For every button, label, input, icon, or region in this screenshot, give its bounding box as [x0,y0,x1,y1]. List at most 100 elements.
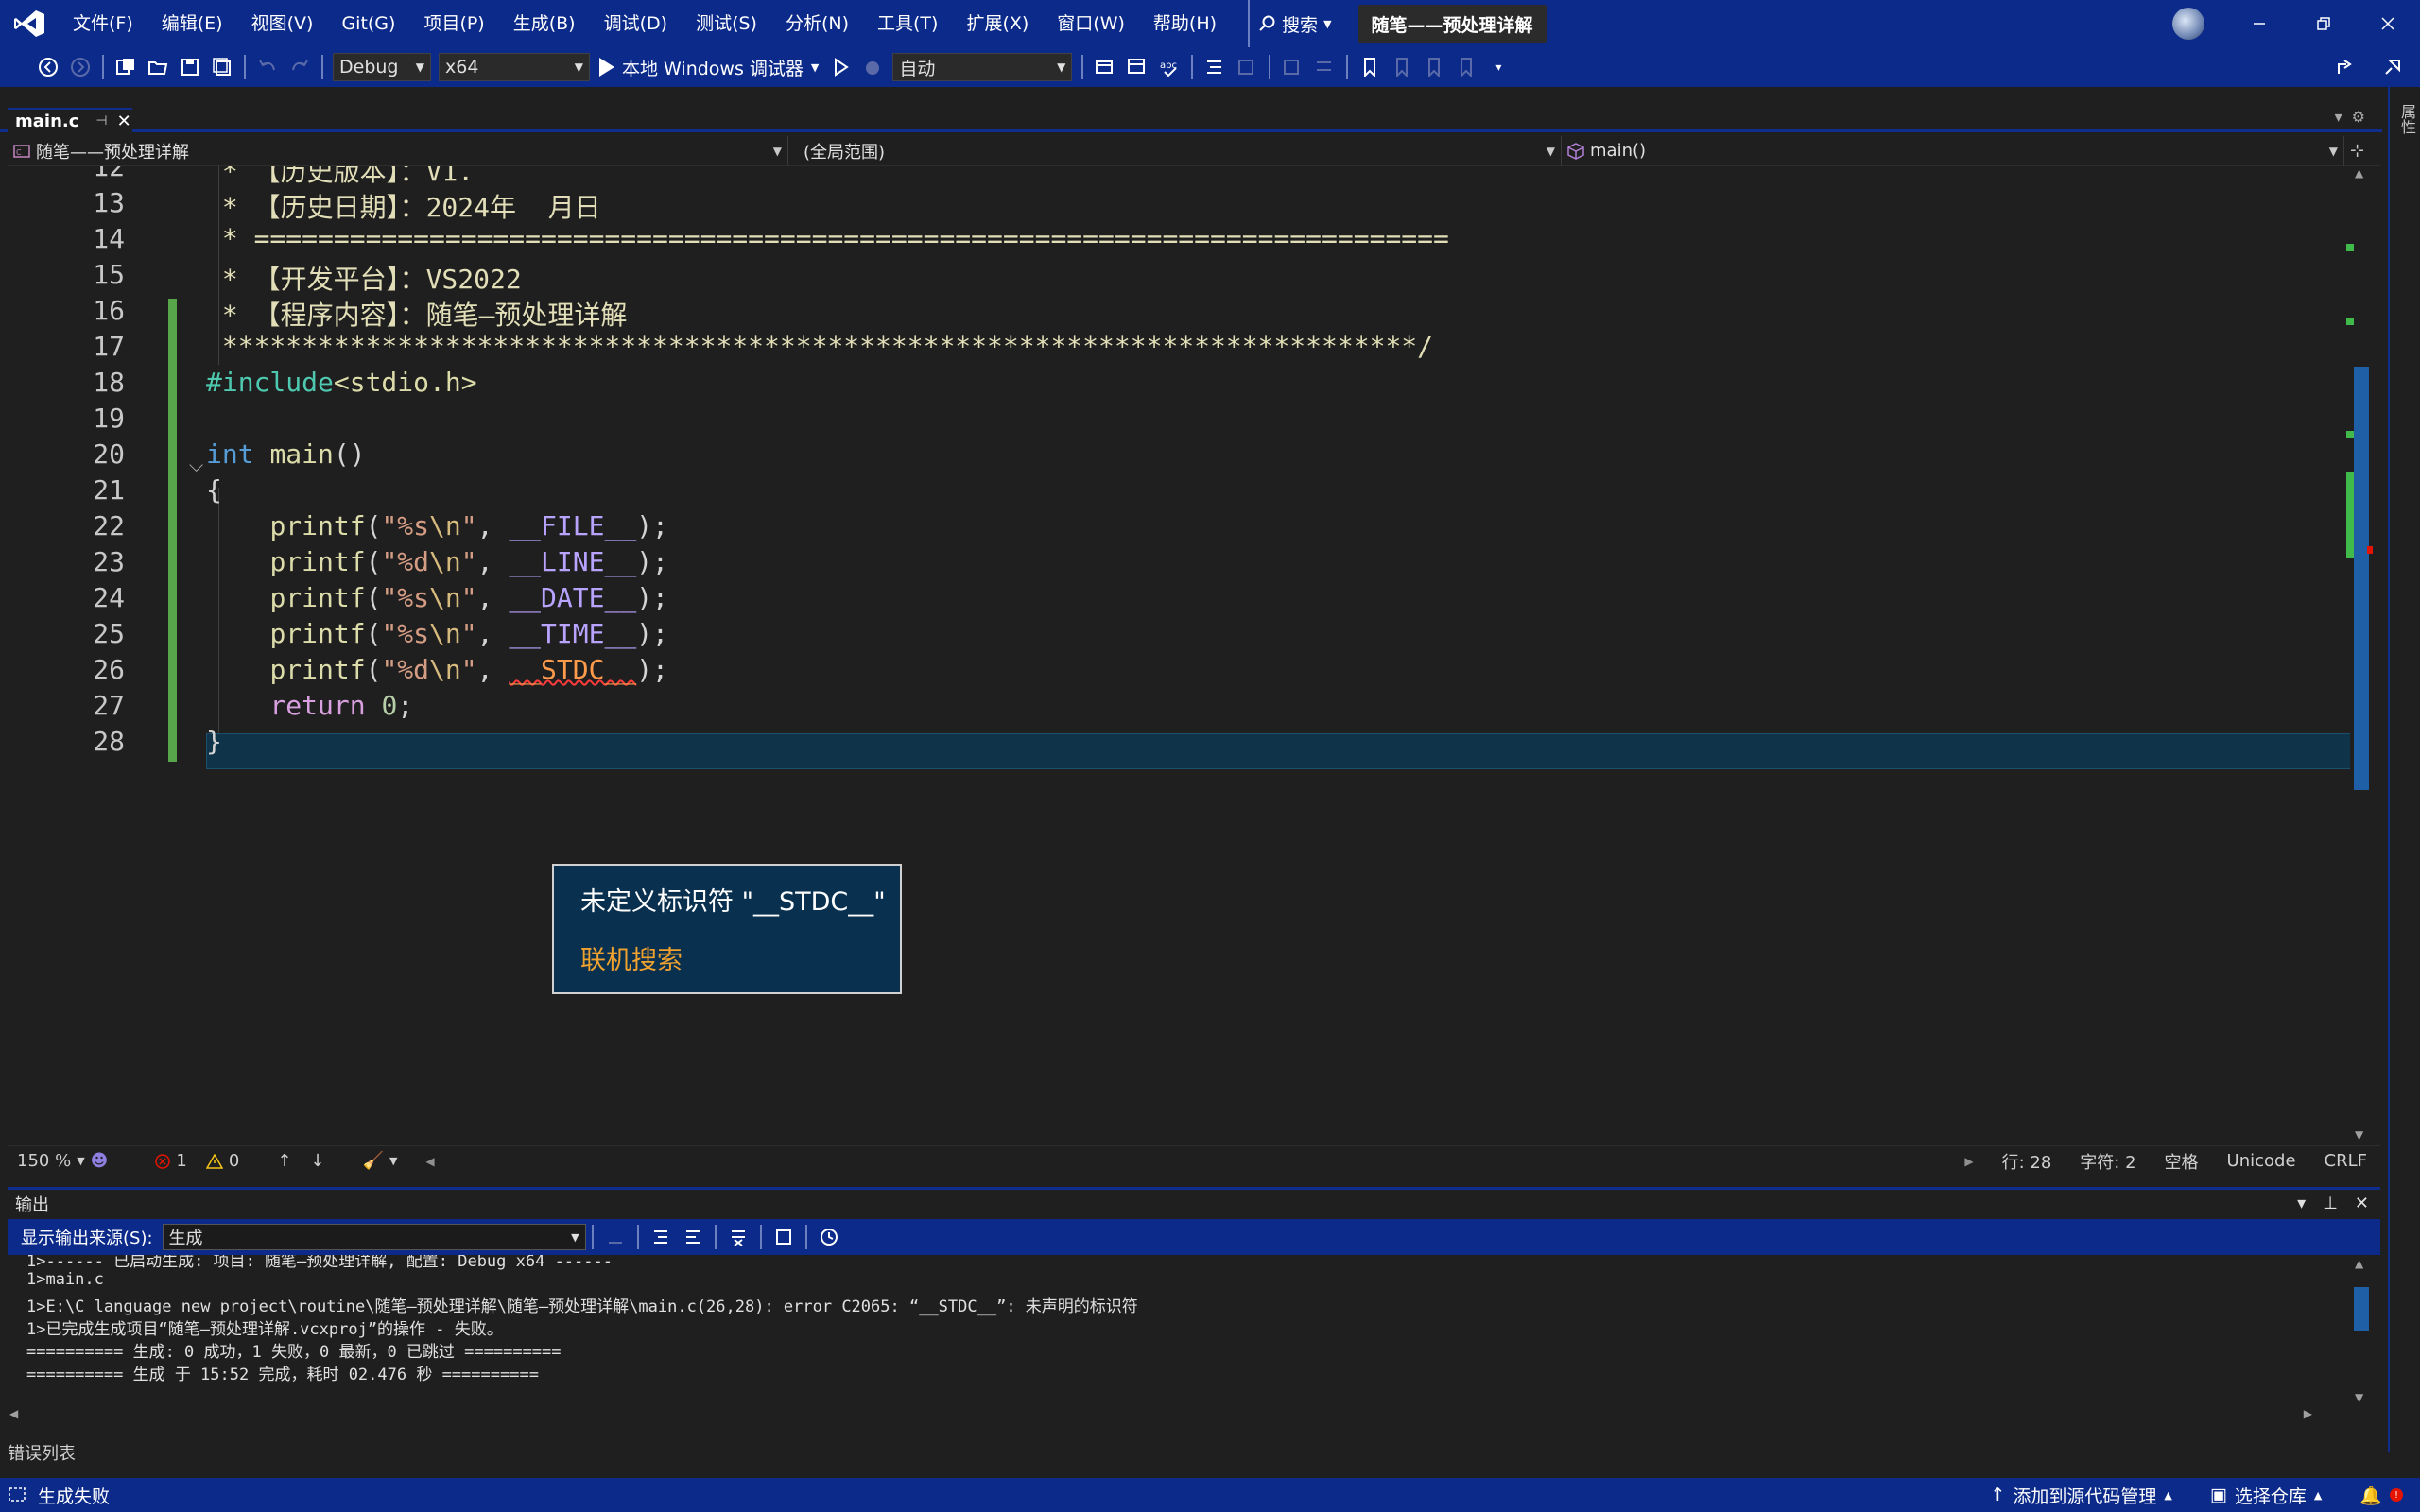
scroll-right-icon[interactable]: ▶ [2304,1407,2312,1420]
menu-tools[interactable]: 工具(T) [863,0,952,47]
scroll-up-icon[interactable]: ▲ [2355,1257,2363,1270]
global-scope-select[interactable]: (全局范围) ▼ [788,135,1562,166]
menu-edit[interactable]: 编辑(E) [147,0,237,47]
chevron-down-icon[interactable]: ▾ [2297,1194,2306,1213]
encoding-indicator[interactable]: Unicode [2227,1151,2296,1171]
line-ending-indicator[interactable]: CRLF [2325,1151,2367,1171]
menu-project[interactable]: 项目(P) [409,0,498,47]
menu-debug[interactable]: 调试(D) [590,0,682,47]
close-window-button[interactable] [2356,0,2420,47]
previous-issue-icon[interactable]: ↑ [277,1151,291,1171]
menu-file[interactable]: 文件(F) [59,0,147,47]
build-status[interactable]: 生成失败 [38,1483,110,1508]
add-to-source-control-button[interactable]: ↑ 添加到源代码管理 ▲ [1990,1483,2171,1508]
menu-extensions[interactable]: 扩展(X) [952,0,1043,47]
start-without-debugging-icon[interactable] [827,54,854,80]
column-indicator[interactable]: 字符: 2 [2080,1149,2135,1174]
menu-build[interactable]: 生成(B) [499,0,590,47]
properties-side-panel[interactable]: 属性 [2388,87,2420,1452]
word-wrap-icon[interactable] [770,1224,797,1250]
menu-test[interactable]: 测试(S) [682,0,771,47]
output-vertical-scrollbar[interactable]: ▲ ▼ [2350,1255,2373,1406]
redo-icon[interactable] [286,54,313,80]
solution-platform-select[interactable]: x64 ▼ [439,53,590,81]
clear-bookmarks-icon[interactable] [1453,54,1479,80]
hot-reload-icon[interactable] [859,54,886,80]
output-source-select[interactable]: 生成 ▼ [162,1224,586,1250]
select-repository-button[interactable]: ▣ 选择仓库 ▲ [2210,1483,2322,1508]
clear-all-icon[interactable] [725,1224,752,1250]
scroll-left-icon[interactable]: ◀ [425,1155,434,1168]
split-editor-icon[interactable]: ⊹ [2350,141,2364,161]
open-folder-icon[interactable] [145,54,171,80]
scroll-thumb[interactable] [2354,367,2369,790]
line-indicator[interactable]: 行: 28 [2002,1149,2052,1174]
member-select[interactable]: main() ▼ [1562,135,2344,166]
error-count-button[interactable]: 1 [155,1151,187,1171]
save-icon[interactable] [177,54,203,80]
tab-main-c[interactable]: main.c ⊣ ✕ [8,108,132,132]
code-cleanup-icon[interactable]: 🧹 ▼ [363,1151,398,1171]
menu-analyze[interactable]: 分析(N) [771,0,863,47]
timestamp-icon[interactable] [816,1224,842,1250]
search-button[interactable]: 搜索 ▼ [1248,0,1340,47]
avatar[interactable] [2172,8,2204,40]
indent-icon[interactable] [1311,54,1338,80]
bookmark-icon[interactable] [1357,54,1383,80]
find-message-icon[interactable] [602,1224,629,1250]
navigate-forward-icon[interactable] [67,54,94,80]
scroll-thumb[interactable] [2354,1287,2369,1331]
next-issue-icon[interactable]: ↓ [310,1151,324,1171]
scroll-left-icon[interactable]: ◀ [9,1407,18,1420]
pin-icon[interactable]: ⊣ [95,113,107,129]
toolbar-overflow-icon[interactable]: ▾ [1485,54,1512,80]
properties-label[interactable]: 属性 [2395,104,2418,134]
undo-icon[interactable] [254,54,281,80]
window-layout-icon[interactable] [1124,54,1150,80]
scroll-right-icon[interactable]: ▶ [1964,1155,1973,1168]
chevron-down-icon[interactable]: ▾ [2335,108,2342,126]
zoom-select[interactable]: 150 % ▼ ☻ [17,1151,108,1171]
notifications-button[interactable]: 🔔 ! [2360,1485,2403,1506]
intellicode-icon[interactable]: ☻ [91,1151,109,1171]
close-icon[interactable]: ✕ [2355,1194,2369,1213]
next-bookmark-icon[interactable] [1421,54,1447,80]
project-scope-select[interactable]: C 随笔——预处理详解 ▼ [8,135,788,166]
search-online-link[interactable]: 联机搜索 [580,939,683,976]
warning-count-button[interactable]: 0 [205,1151,239,1171]
output-text-area[interactable]: 1>------ 已启动生成: 项目: 随笔—预处理详解, 配置: Debug … [8,1255,2350,1406]
go-to-previous-message-icon[interactable] [648,1224,674,1250]
whitespace-indicator[interactable]: 空格 [2165,1149,2199,1174]
menu-help[interactable]: 帮助(H) [1139,0,1231,47]
output-horizontal-scrollbar[interactable]: ◀ ▶ [8,1406,2350,1421]
restore-button[interactable] [2291,0,2356,47]
feedback-icon[interactable] [2379,54,2406,80]
format-document-icon[interactable] [1201,54,1228,80]
start-debugging-button[interactable]: 本地 Windows 调试器 ▼ [599,55,819,80]
pin-icon[interactable]: ⊥ [2323,1194,2338,1213]
scroll-down-icon[interactable]: ▼ [2355,1391,2363,1404]
save-all-icon[interactable] [209,54,235,80]
browse-icon[interactable] [1092,54,1118,80]
close-icon[interactable]: ✕ [117,112,131,131]
menu-window[interactable]: 窗口(W) [1043,0,1139,47]
visual-studio-logo-icon[interactable] [0,0,59,47]
tab-error-list[interactable]: 错误列表 [8,1440,76,1465]
spell-check-icon[interactable]: abc [1156,54,1183,80]
run-mode-select[interactable]: 自动 ▼ [892,53,1073,81]
solution-config-select[interactable]: Debug ▼ [333,53,431,81]
error-marker[interactable] [2367,546,2373,554]
scroll-down-icon[interactable]: ▼ [2355,1128,2363,1142]
new-project-icon[interactable] [112,54,139,80]
navigate-back-icon[interactable] [35,54,61,80]
gear-icon[interactable]: ⚙ [2352,108,2365,126]
go-to-next-message-icon[interactable] [680,1224,706,1250]
minimize-button[interactable] [2227,0,2291,47]
scroll-up-icon[interactable]: ▲ [2355,166,2363,180]
comment-out-icon[interactable] [1234,54,1260,80]
code-editor[interactable]: ⌵ 12 13 14 15 16 17 18 19 20 21 22 23 24… [8,166,2354,1145]
menu-git[interactable]: Git(G) [327,0,409,47]
previous-bookmark-icon[interactable] [1389,54,1415,80]
live-share-icon[interactable] [2332,54,2359,80]
uncomment-icon[interactable] [1279,54,1305,80]
